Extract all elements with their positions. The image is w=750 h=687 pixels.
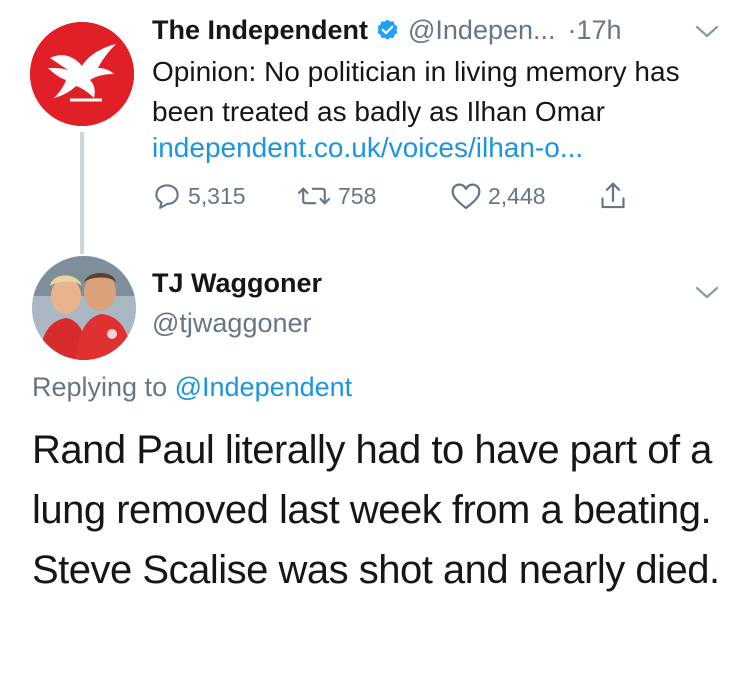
verified-badge-icon <box>375 18 400 43</box>
parent-tweet-actions: 5,315 758 2,448 <box>0 178 750 214</box>
user-photo-icon <box>32 256 136 360</box>
parent-tweet-text: Opinion: No politician in living memory … <box>152 56 680 127</box>
like-button[interactable]: 2,448 <box>450 178 546 214</box>
chevron-down-icon[interactable] <box>694 24 720 40</box>
chevron-down-icon[interactable] <box>694 285 720 301</box>
reply-tweet-text: Rand Paul literally had to have part of … <box>32 428 720 592</box>
reply-button[interactable]: 5,315 <box>152 178 246 214</box>
share-button[interactable] <box>598 178 628 214</box>
eagle-logo-icon <box>30 22 134 126</box>
retweet-button[interactable]: 758 <box>296 178 376 214</box>
reply-count: 5,315 <box>188 182 246 209</box>
parent-author-name[interactable]: The Independent <box>152 15 368 46</box>
tjwaggoner-avatar[interactable] <box>32 256 136 360</box>
reply-author-handle[interactable]: @tjwaggoner <box>152 308 312 339</box>
share-icon <box>601 182 625 209</box>
reply-author-name[interactable]: TJ Waggoner <box>152 268 322 299</box>
replying-to-prefix: Replying to <box>32 372 168 402</box>
retweet-icon <box>297 187 331 205</box>
parent-author-handle[interactable]: @Indepen... <box>408 15 556 46</box>
like-count: 2,448 <box>488 182 546 209</box>
parent-tweet-link[interactable]: independent.co.uk/voices/ilhan-o... <box>152 128 583 168</box>
tweet-thread: The Independent @Indepen... ·17h Opinion… <box>0 0 750 687</box>
reply-bubble-icon <box>155 184 179 209</box>
replying-to-line: Replying to @Independent <box>32 372 352 403</box>
independent-avatar[interactable] <box>30 22 134 126</box>
parent-tweet-time[interactable]: ·17h <box>568 15 622 46</box>
replying-to-mention[interactable]: @Independent <box>175 372 353 402</box>
heart-icon <box>451 183 481 210</box>
retweet-count: 758 <box>338 182 377 209</box>
parent-tweet-header: The Independent @Indepen... ·17h <box>152 12 622 48</box>
